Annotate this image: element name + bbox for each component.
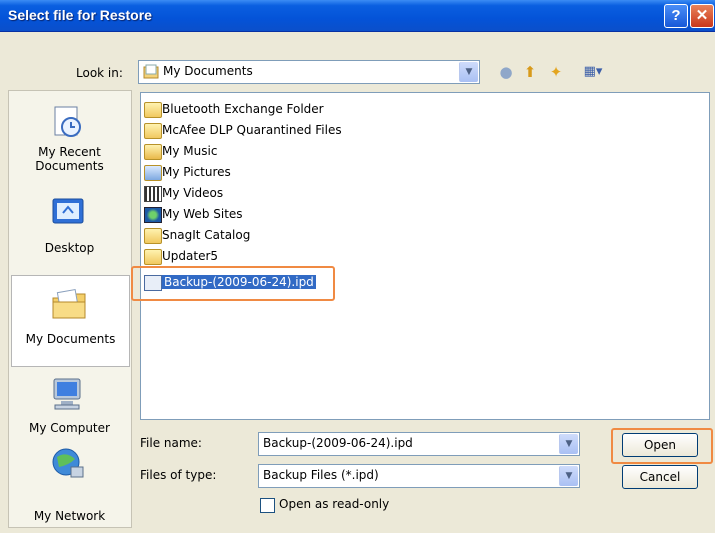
chevron-down-icon[interactable]: ▼	[459, 62, 478, 82]
title-bar[interactable]: Select file for Restore ? ✕	[0, 0, 715, 32]
music-folder-icon	[144, 144, 162, 160]
chevron-down-icon[interactable]: ▼	[559, 434, 578, 454]
new-folder-icon[interactable]: ✦	[546, 62, 566, 82]
file-type-value: Backup Files (*.ipd)	[263, 468, 379, 482]
desktop-icon	[52, 198, 84, 224]
file-name: McAfee DLP Quarantined Files	[162, 123, 342, 137]
back-icon[interactable]: ●	[496, 62, 516, 82]
websites-folder-icon	[144, 207, 162, 223]
place-label: My Network	[33, 509, 106, 523]
file-name-field[interactable]: Backup-(2009-06-24).ipd ▼	[258, 432, 580, 456]
folder-icon	[144, 249, 162, 265]
file-type-dropdown[interactable]: Backup Files (*.ipd) ▼	[258, 464, 580, 488]
place-my-network[interactable]: My Network	[11, 441, 128, 531]
videos-folder-icon	[144, 186, 162, 202]
views-menu-icon[interactable]: ▦▾	[576, 62, 610, 82]
file-name: Updater5	[162, 249, 219, 263]
close-icon[interactable]: ✕	[690, 4, 714, 28]
file-name: Bluetooth Exchange Folder	[162, 102, 324, 116]
read-only-checkbox[interactable]	[260, 498, 275, 513]
chevron-down-icon[interactable]: ▼	[559, 466, 578, 486]
place-my-recent-documents[interactable]: My Recent Documents	[11, 99, 128, 189]
read-only-label: Open as read-only	[279, 497, 390, 511]
file-type-label: Files of type:	[140, 468, 217, 482]
file-dialog-window: Select file for Restore ? ✕ Look in: My …	[0, 0, 715, 533]
file-name-label: File name:	[140, 436, 202, 450]
place-label: My Computer	[29, 421, 110, 435]
place-desktop[interactable]: Desktop	[11, 189, 128, 279]
pictures-folder-icon	[144, 165, 162, 181]
look-in-dropdown[interactable]: My Documents ▼	[138, 60, 480, 84]
place-label: Desktop	[44, 241, 95, 255]
cancel-button[interactable]: Cancel	[622, 465, 698, 489]
place-label: My Recent Documents	[35, 145, 104, 173]
folder-icon	[144, 102, 162, 118]
open-button[interactable]: Open	[622, 433, 698, 457]
look-in-label: Look in:	[76, 66, 123, 80]
up-folder-icon[interactable]: ⬆	[520, 62, 540, 82]
file-list[interactable]: Bluetooth Exchange Folder McAfee DLP Qua…	[140, 92, 710, 420]
window-title: Select file for Restore	[8, 7, 152, 23]
folder-icon	[144, 228, 162, 244]
my-documents-icon	[143, 64, 159, 79]
look-in-value: My Documents	[163, 64, 253, 78]
file-name: My Videos	[162, 186, 224, 200]
recent-documents-icon	[54, 106, 81, 137]
file-name-value: Backup-(2009-06-24).ipd	[263, 436, 413, 450]
places-bar: My Recent Documents Desktop My Documents	[8, 90, 132, 528]
file-name: SnagIt Catalog	[162, 228, 251, 242]
place-label: My Documents	[25, 332, 116, 346]
file-name: My Music	[162, 144, 218, 158]
my-documents-icon	[52, 289, 86, 319]
my-network-icon	[52, 448, 84, 478]
my-computer-icon	[53, 378, 81, 410]
file-name: My Pictures	[162, 165, 231, 179]
selected-file-highlight	[131, 266, 335, 301]
place-my-documents[interactable]: My Documents	[11, 275, 130, 367]
folder-icon	[144, 123, 162, 139]
help-icon[interactable]: ?	[664, 4, 688, 28]
file-name: My Web Sites	[162, 207, 243, 221]
